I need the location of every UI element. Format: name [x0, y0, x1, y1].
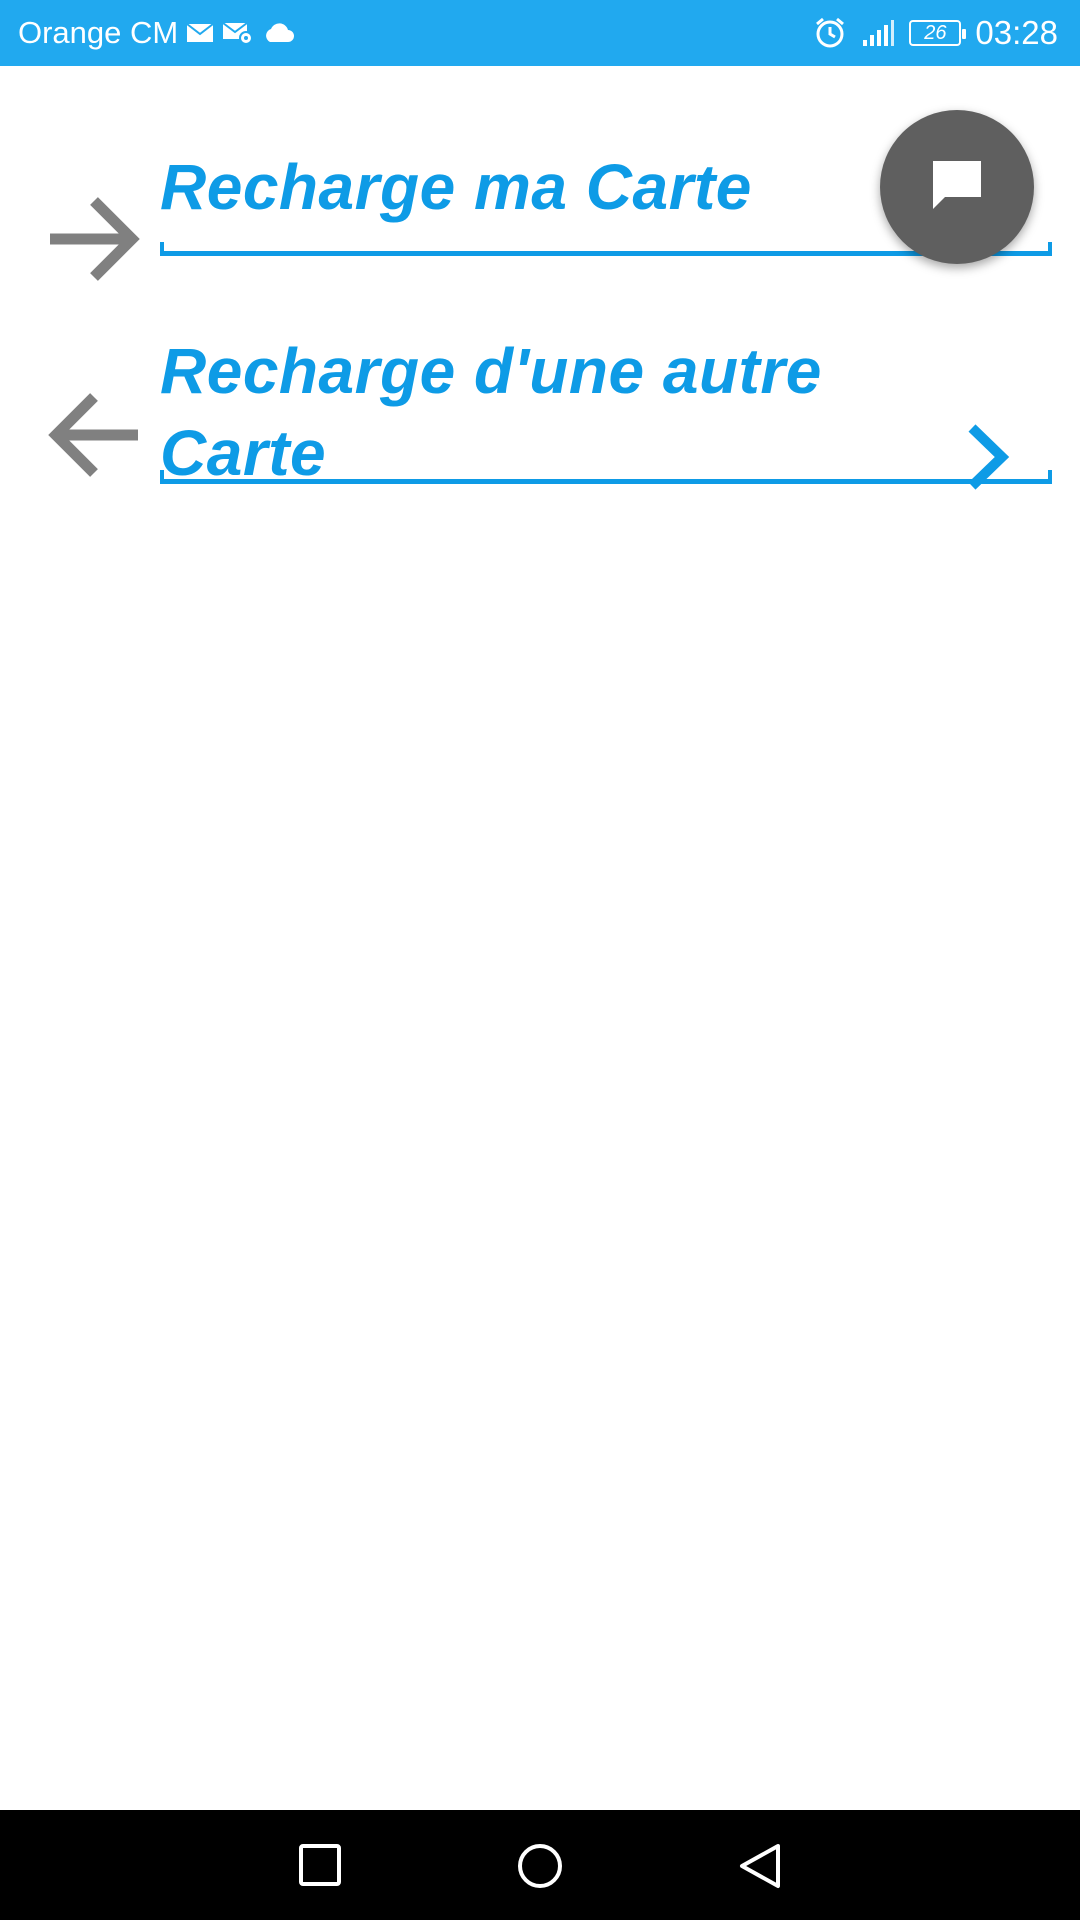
mail-icon — [186, 22, 214, 44]
chevron-right-icon[interactable] — [966, 424, 1010, 495]
battery-icon: 26 — [909, 20, 967, 46]
mail-settings-icon — [222, 21, 254, 45]
menu-item-underline — [160, 470, 1052, 484]
alarm-icon — [813, 16, 847, 50]
status-bar: Orange CM 26 03:28 — [0, 0, 1080, 66]
menu-item-label-line1: Recharge d'une autre — [160, 335, 822, 407]
chat-icon — [927, 155, 987, 220]
recents-button[interactable] — [298, 1842, 342, 1893]
arrow-right-icon — [48, 194, 140, 289]
home-button[interactable] — [516, 1842, 564, 1895]
signal-icon — [861, 18, 895, 48]
chat-fab-button[interactable] — [880, 110, 1034, 264]
navigation-bar — [0, 1810, 1080, 1920]
menu-item-recharge-other-card[interactable]: Recharge d'une autre Carte — [0, 306, 1080, 546]
menu-item-label: Recharge ma Carte — [160, 151, 752, 223]
back-button[interactable] — [738, 1842, 782, 1895]
clock: 03:28 — [975, 14, 1058, 51]
status-bar-right: 26 03:28 — [813, 0, 1058, 66]
battery-level: 26 — [924, 21, 947, 44]
status-bar-left: Orange CM — [18, 0, 295, 66]
carrier-name: Orange CM — [18, 15, 179, 50]
main-content: Recharge ma Carte Recharge d'une autre C… — [0, 66, 1080, 1810]
cloud-icon — [262, 22, 295, 44]
arrow-left-icon — [48, 390, 140, 485]
